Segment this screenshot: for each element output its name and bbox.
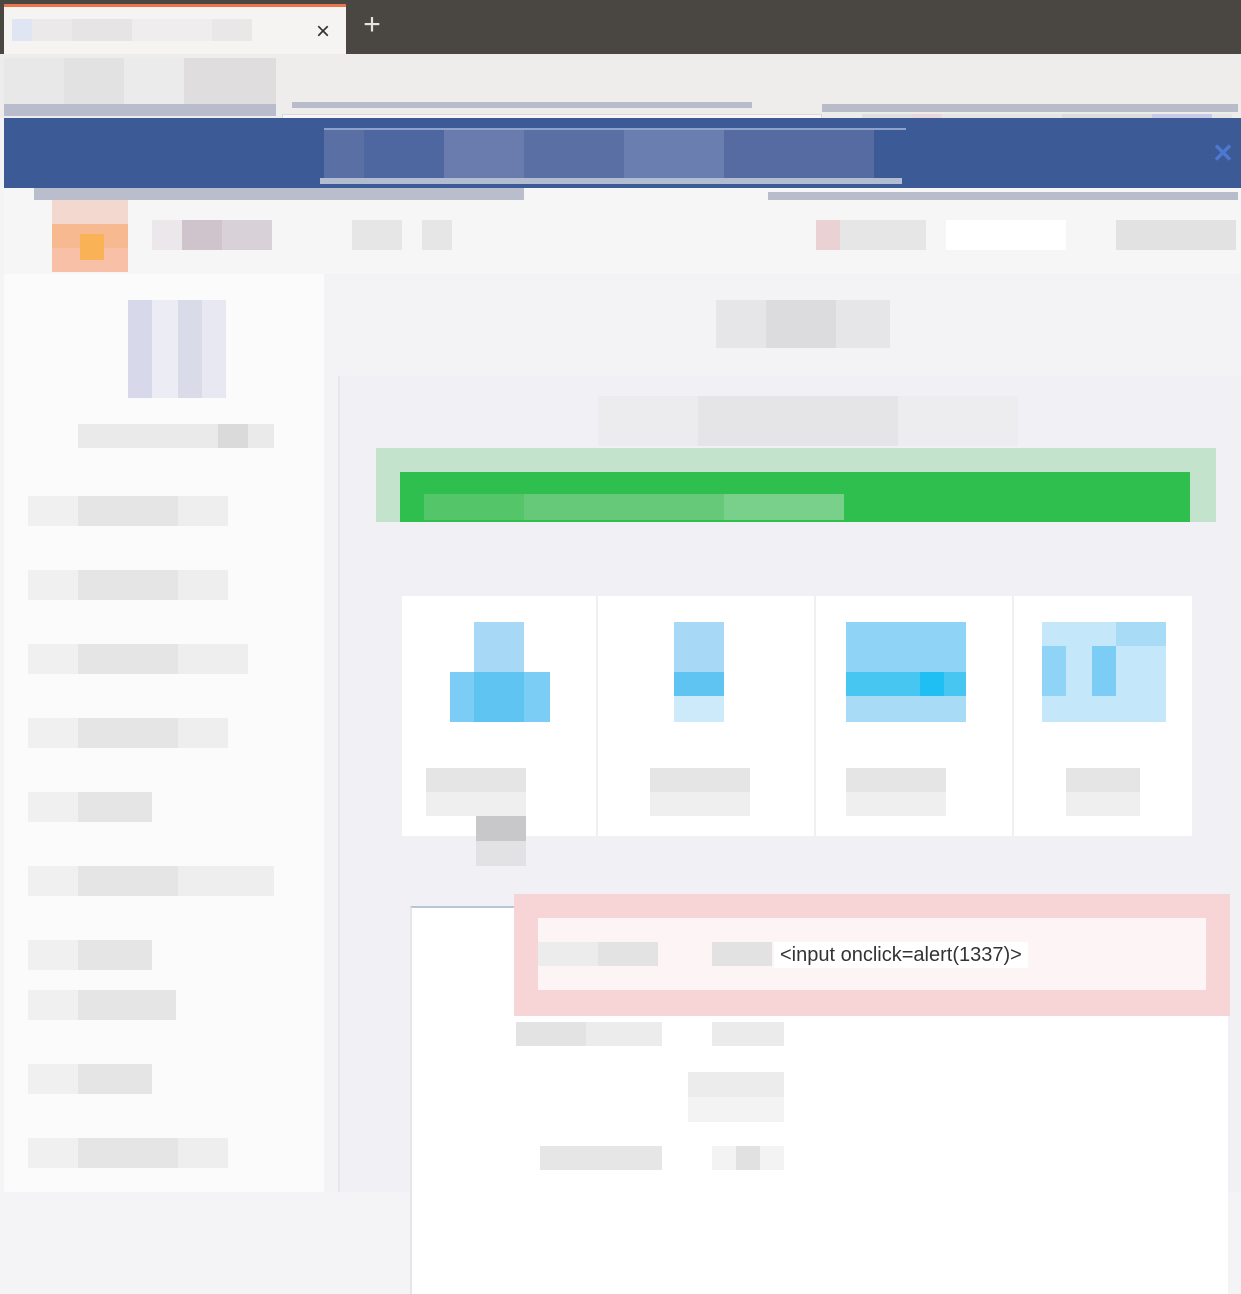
stat-tile-3[interactable]	[818, 596, 1014, 836]
sidebar-item-10[interactable]	[28, 1138, 228, 1168]
sidebar-item-7[interactable]	[28, 940, 152, 970]
stat-tile-1[interactable]	[402, 596, 598, 866]
user-icon	[674, 622, 724, 722]
field-label-redacted	[538, 942, 658, 966]
header-nav-redacted[interactable]	[152, 220, 452, 250]
sidebar-item-9[interactable]	[28, 1064, 152, 1094]
address-bar-underline	[292, 102, 752, 108]
page-title-redacted	[716, 300, 890, 348]
highlighted-field-row: <input onclick=alert(1337)>	[514, 894, 1230, 1016]
user-name-redacted	[78, 424, 274, 448]
header-separator-right	[768, 192, 1238, 200]
avatar[interactable]	[128, 300, 226, 398]
toolbar-separator	[822, 104, 1238, 112]
logo-mark	[80, 234, 104, 260]
detail-value-redacted	[712, 1022, 784, 1046]
sidebar-item-3[interactable]	[28, 644, 248, 674]
stat-tile-4[interactable]	[1016, 596, 1192, 836]
header-separator-left	[34, 188, 524, 200]
stat-count-redacted	[476, 816, 526, 866]
stat-tile-2[interactable]	[620, 596, 816, 836]
stat-label-redacted	[1066, 768, 1140, 816]
detail-value-redacted	[712, 1146, 784, 1170]
browser-tab-active[interactable]: ×	[4, 4, 346, 54]
stat-label-redacted	[426, 768, 526, 816]
details-panel: <input onclick=alert(1337)>	[410, 894, 1230, 1294]
field-sublabel-redacted	[712, 942, 772, 966]
banner-underline	[320, 178, 902, 184]
notification-banner: ✕	[4, 118, 1241, 188]
sidebar-item-5[interactable]	[28, 792, 152, 822]
site-logo[interactable]	[52, 200, 128, 272]
nav-separator	[4, 104, 276, 116]
sidebar-item-1[interactable]	[28, 496, 228, 526]
sidebar	[4, 274, 324, 1192]
browser-tab-strip: × +	[0, 0, 1241, 54]
group-icon	[846, 622, 966, 722]
grid-icon	[1042, 622, 1166, 722]
new-tab-icon[interactable]: +	[358, 10, 386, 40]
stat-label-redacted	[846, 768, 946, 816]
success-alert	[376, 448, 1216, 522]
detail-value-redacted	[688, 1072, 784, 1122]
stat-label-redacted	[650, 768, 750, 816]
sidebar-item-6[interactable]	[28, 866, 274, 896]
site-header	[4, 188, 1241, 274]
banner-close-icon[interactable]: ✕	[1208, 138, 1238, 168]
sidebar-item-2[interactable]	[28, 570, 228, 600]
detail-label-redacted	[516, 1022, 662, 1046]
banner-text-redacted	[324, 128, 906, 184]
content-card: <input onclick=alert(1337)>	[338, 376, 1241, 1294]
highlighted-field-inner: <input onclick=alert(1337)>	[538, 918, 1206, 990]
alert-text-redacted	[424, 494, 844, 520]
sidebar-item-4[interactable]	[28, 718, 228, 748]
stats-tiles	[402, 596, 1192, 866]
success-alert-bar	[400, 472, 1190, 522]
card-title-redacted	[598, 396, 1018, 446]
tab-close-icon[interactable]: ×	[310, 19, 336, 45]
detail-label-redacted	[540, 1146, 662, 1170]
sidebar-item-8[interactable]	[28, 990, 176, 1020]
thumbs-up-icon	[450, 622, 550, 722]
injected-value-text: <input onclick=alert(1337)>	[774, 942, 1028, 968]
tab-title-redacted	[12, 19, 252, 41]
header-actions-redacted[interactable]	[816, 220, 1236, 250]
main-content: <input onclick=alert(1337)>	[324, 274, 1241, 1294]
